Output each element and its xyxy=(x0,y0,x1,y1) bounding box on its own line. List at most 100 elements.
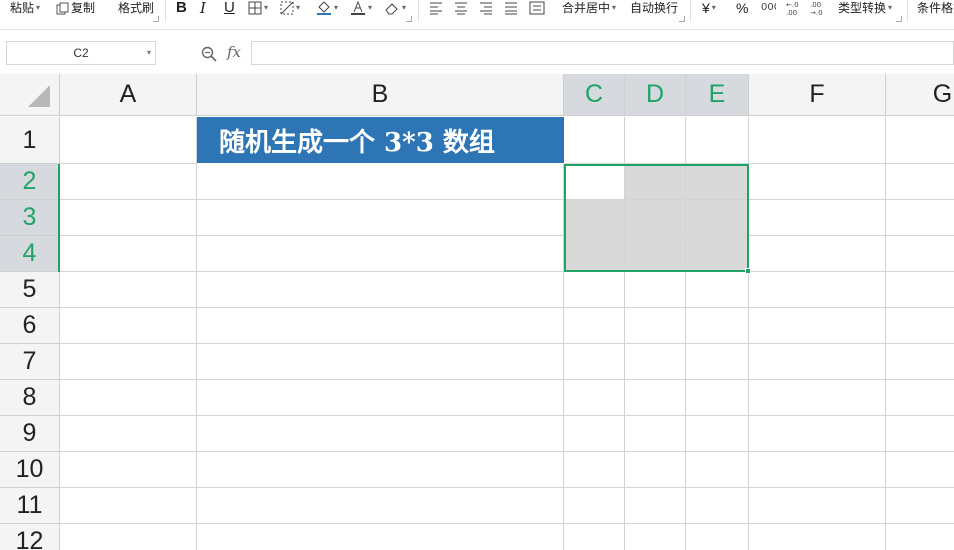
cell-c9[interactable] xyxy=(564,416,625,452)
cell-c5[interactable] xyxy=(564,272,625,308)
cell-b9[interactable] xyxy=(197,416,564,452)
cell-a12[interactable] xyxy=(60,524,197,550)
conditional-format-button[interactable]: 条件格式 xyxy=(917,0,954,16)
italic-button[interactable]: I xyxy=(200,0,206,16)
cell-c8[interactable] xyxy=(564,380,625,416)
cell-e7[interactable] xyxy=(686,344,749,380)
cell-g8[interactable] xyxy=(886,380,954,416)
currency-button[interactable]: ¥ ▾ xyxy=(702,0,716,16)
cell-b11[interactable] xyxy=(197,488,564,524)
cell-b8[interactable] xyxy=(197,380,564,416)
cell-c12[interactable] xyxy=(564,524,625,550)
cell-shading-button[interactable]: ▾ xyxy=(280,0,300,16)
name-box-caret-icon[interactable]: ▾ xyxy=(147,42,151,64)
cell-b5[interactable] xyxy=(197,272,564,308)
cell-c3[interactable] xyxy=(564,200,625,236)
zoom-icon[interactable] xyxy=(201,46,217,62)
cell-d8[interactable] xyxy=(625,380,686,416)
row-header-6[interactable]: 6 xyxy=(0,308,60,344)
row-header-11[interactable]: 11 xyxy=(0,488,60,524)
cell-f12[interactable] xyxy=(749,524,886,550)
cell-g12[interactable] xyxy=(886,524,954,550)
cell-d9[interactable] xyxy=(625,416,686,452)
cell-d4[interactable] xyxy=(625,236,686,272)
cell-c10[interactable] xyxy=(564,452,625,488)
cell-d12[interactable] xyxy=(625,524,686,550)
cell-c2[interactable] xyxy=(564,164,625,200)
cell-a5[interactable] xyxy=(60,272,197,308)
fill-color-button[interactable]: ▾ xyxy=(316,0,338,16)
cell-e1[interactable] xyxy=(686,117,749,164)
cell-b10[interactable] xyxy=(197,452,564,488)
cell-a7[interactable] xyxy=(60,344,197,380)
cell-e10[interactable] xyxy=(686,452,749,488)
column-header-d[interactable]: D xyxy=(625,74,686,116)
align-right-button[interactable] xyxy=(479,0,493,16)
formula-input[interactable] xyxy=(251,41,954,65)
cell-d3[interactable] xyxy=(625,200,686,236)
cell-g6[interactable] xyxy=(886,308,954,344)
decrease-decimal-button[interactable]: .00 →.0 xyxy=(810,0,826,16)
alignment-group-launcher[interactable] xyxy=(679,16,685,22)
cell-a3[interactable] xyxy=(60,200,197,236)
cell-e4[interactable] xyxy=(686,236,749,272)
column-header-e[interactable]: E xyxy=(686,74,749,116)
distributed-align-button[interactable] xyxy=(529,0,545,16)
column-header-f[interactable]: F xyxy=(749,74,886,116)
cell-e12[interactable] xyxy=(686,524,749,550)
column-header-c[interactable]: C xyxy=(564,74,625,116)
font-group-launcher[interactable] xyxy=(406,16,412,22)
cell-c7[interactable] xyxy=(564,344,625,380)
column-header-g[interactable]: G xyxy=(886,74,954,116)
cell-d7[interactable] xyxy=(625,344,686,380)
cell-f11[interactable] xyxy=(749,488,886,524)
cell-f1[interactable] xyxy=(749,117,886,164)
cell-f10[interactable] xyxy=(749,452,886,488)
cell-f9[interactable] xyxy=(749,416,886,452)
row-header-5[interactable]: 5 xyxy=(0,272,60,308)
cell-e8[interactable] xyxy=(686,380,749,416)
cell-g5[interactable] xyxy=(886,272,954,308)
cell-b12[interactable] xyxy=(197,524,564,550)
row-header-10[interactable]: 10 xyxy=(0,452,60,488)
wrap-text-button[interactable]: 自动换行 xyxy=(630,0,678,16)
number-group-launcher[interactable] xyxy=(896,16,902,22)
cell-f6[interactable] xyxy=(749,308,886,344)
column-header-a[interactable]: A xyxy=(60,74,197,116)
underline-button[interactable]: U xyxy=(224,0,235,16)
cell-f3[interactable] xyxy=(749,200,886,236)
cell-b3[interactable] xyxy=(197,200,564,236)
merge-center-button[interactable]: 合并居中 ▾ xyxy=(562,0,616,16)
row-header-7[interactable]: 7 xyxy=(0,344,60,380)
clipboard-group-launcher[interactable] xyxy=(153,16,159,22)
cell-b4[interactable] xyxy=(197,236,564,272)
format-painter-button[interactable]: 格式刷 xyxy=(118,0,154,16)
increase-decimal-button[interactable]: ←.0.00 xyxy=(786,0,802,16)
cell-a10[interactable] xyxy=(60,452,197,488)
cell-b6[interactable] xyxy=(197,308,564,344)
cell-f2[interactable] xyxy=(749,164,886,200)
cell-f7[interactable] xyxy=(749,344,886,380)
row-header-12[interactable]: 12 xyxy=(0,524,60,550)
select-all-button[interactable] xyxy=(0,74,60,116)
type-convert-button[interactable]: 类型转换 ▾ xyxy=(838,0,892,16)
insert-function-button[interactable]: fx xyxy=(227,43,241,61)
bold-button[interactable]: B xyxy=(176,0,187,16)
cell-d6[interactable] xyxy=(625,308,686,344)
cell-d2[interactable] xyxy=(625,164,686,200)
cell-g3[interactable] xyxy=(886,200,954,236)
cell-a9[interactable] xyxy=(60,416,197,452)
row-header-4[interactable]: 4 xyxy=(0,236,60,272)
row-header-8[interactable]: 8 xyxy=(0,380,60,416)
column-header-b[interactable]: B xyxy=(197,74,564,116)
cell-c11[interactable] xyxy=(564,488,625,524)
percent-button[interactable]: % xyxy=(736,0,748,16)
cell-e11[interactable] xyxy=(686,488,749,524)
cell-a11[interactable] xyxy=(60,488,197,524)
cell-d11[interactable] xyxy=(625,488,686,524)
cell-e3[interactable] xyxy=(686,200,749,236)
row-header-3[interactable]: 3 xyxy=(0,200,60,236)
cell-a1[interactable] xyxy=(60,117,197,164)
name-box[interactable]: C2 ▾ xyxy=(6,41,156,65)
copy-button[interactable]: 复制 xyxy=(56,0,95,16)
